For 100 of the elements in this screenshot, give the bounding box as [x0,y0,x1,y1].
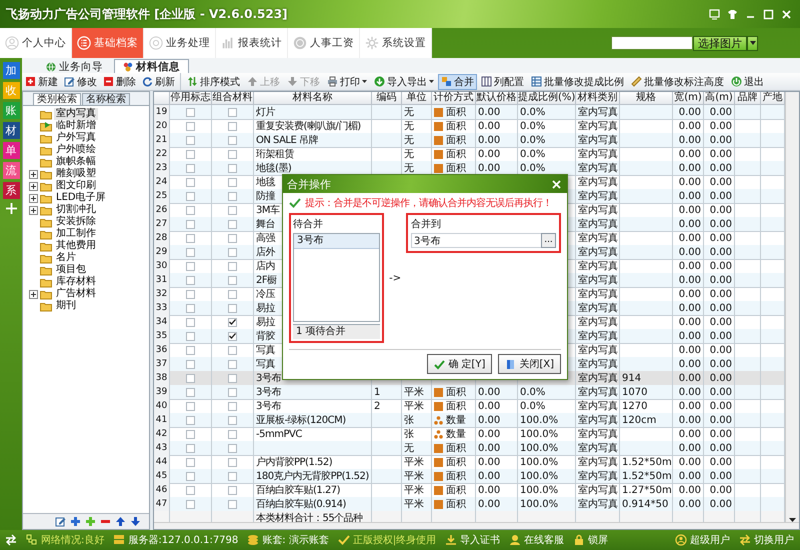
table-cell: 0.00 [673,217,704,232]
table-cell-text: 面积 [446,134,466,147]
table-cell: 室内写真 [576,273,620,288]
row-number: 32 [154,287,170,302]
table-cell: 100.0% [518,441,576,456]
table-cell: 0.00 [704,385,735,400]
table-cell: 室内写真 [576,217,620,232]
status-text: 账套: 演示账套 [262,534,329,547]
row-number: 42 [154,427,170,442]
table-cell: 0.00 [704,441,735,456]
table-cell-text: 面积 [446,120,466,133]
row-number: 29 [154,245,170,260]
row-number: 35 [154,329,170,344]
table-cell-text: 数量 [446,428,466,441]
table-cell: 室内写真 [576,385,620,400]
table-cell: 0.00 [476,105,518,120]
row-number: 41 [154,413,170,428]
table-cell: 室内写真 [576,245,620,260]
table-cell: 无 [402,441,432,456]
table-cell: 1.52*50m [620,469,673,484]
table-cell-text: 面积 [446,400,466,413]
row-number: 40 [154,399,170,414]
row-number: 43 [154,441,170,456]
table-cell: 0.00 [704,301,735,316]
table-cell: 0.00 [704,161,735,176]
table-cell: 0.00 [673,385,704,400]
table-cell: 1070 [620,385,673,400]
status-text: 正版授权|终身使用 [352,534,436,547]
row-number: 20 [154,119,170,134]
table-cell: 0.00 [673,273,704,288]
row-number: 30 [154,259,170,274]
table-cell: 室内写真 [576,189,620,204]
table-cell-text: 面积 [446,106,466,119]
table-cell: 0.0% [518,105,576,120]
table-cell: 0.00 [476,469,518,484]
dialog-title: 合并操作 [287,176,331,192]
table-cell-text: 面积 [446,470,466,483]
table-cell: 室内写真 [576,441,620,456]
table-cell: 0.00 [673,133,704,148]
status-text: 超级用户 [690,534,730,547]
table-cell: 0.00 [704,245,735,260]
row-number: 28 [154,231,170,246]
row-number: 19 [154,105,170,120]
table-cell: 无 [402,105,432,120]
table-cell: 0.00 [704,105,735,120]
row-number: 44 [154,455,170,470]
table-cell: 平米 [402,385,432,400]
table-cell: 0.00 [673,441,704,456]
table-cell-text: 面积 [446,484,466,497]
table-cell: 室内写真 [576,161,620,176]
table-cell: 0.00 [476,385,518,400]
row-number: 46 [154,483,170,498]
table-cell-text: 面积 [446,456,466,469]
table-cell: 0.0% [518,133,576,148]
table-cell: 室内写真 [576,413,620,428]
table-cell: 0.00 [673,469,704,484]
table-cell: 灯片 [254,105,372,120]
table-cell-text: 面积 [446,148,466,161]
table-cell: 120cm [620,413,673,428]
row-number: 33 [154,301,170,316]
status-text: 网络情况:良好 [41,534,104,547]
table-cell: 100.0% [518,413,576,428]
row-number: 26 [154,203,170,218]
row-number: 34 [154,315,170,330]
row-number: 39 [154,385,170,400]
table-cell: 室内写真 [576,301,620,316]
table-cell: 0.00 [704,189,735,204]
table-cell: 0.00 [673,301,704,316]
status-text: 服务器:127.0.0.1:7798 [128,534,238,547]
table-cell: 0.00 [476,133,518,148]
table-cell: 0.00 [704,133,735,148]
table-cell: 0.00 [673,245,704,260]
table-cell-text: 面积 [446,386,466,399]
table-cell: 180克户内无背胶PP(1.52) [254,469,372,484]
table-cell: 0.00 [673,189,704,204]
table-cell: 0.00 [704,469,735,484]
row-number: 22 [154,147,170,162]
table-cell: 1 [372,385,402,400]
table-cell: 室内写真 [576,105,620,120]
table-cell: 张 [402,413,432,428]
row-number: 21 [154,133,170,148]
table-cell: 0.00 [704,329,735,344]
table-cell: 0.00 [704,413,735,428]
row-number: 38 [154,371,170,386]
table-cell: 亚展板-绿标(120CM) [254,413,372,428]
table-cell: ON SALE 吊牌 [254,133,372,148]
row-number: 45 [154,469,170,484]
row-number: 24 [154,175,170,190]
arrow-text: -> [388,272,402,284]
table-cell: 平米 [402,469,432,484]
table-cell: 室内写真 [576,469,620,484]
window-title: 飞扬动力广告公司管理软件 [企业版 - V2.6.0.523] [6,6,288,22]
table-cell: 0.00 [673,413,704,428]
table-cell: 100.0% [518,469,576,484]
row-number: 37 [154,357,170,372]
table-cell-text: 面积 [446,498,466,511]
count-label: 1 项待合并 [293,324,380,339]
table-cell-text: 面积 [446,442,466,455]
table-cell: 0.00 [704,273,735,288]
table-cell: 0.0% [518,385,576,400]
